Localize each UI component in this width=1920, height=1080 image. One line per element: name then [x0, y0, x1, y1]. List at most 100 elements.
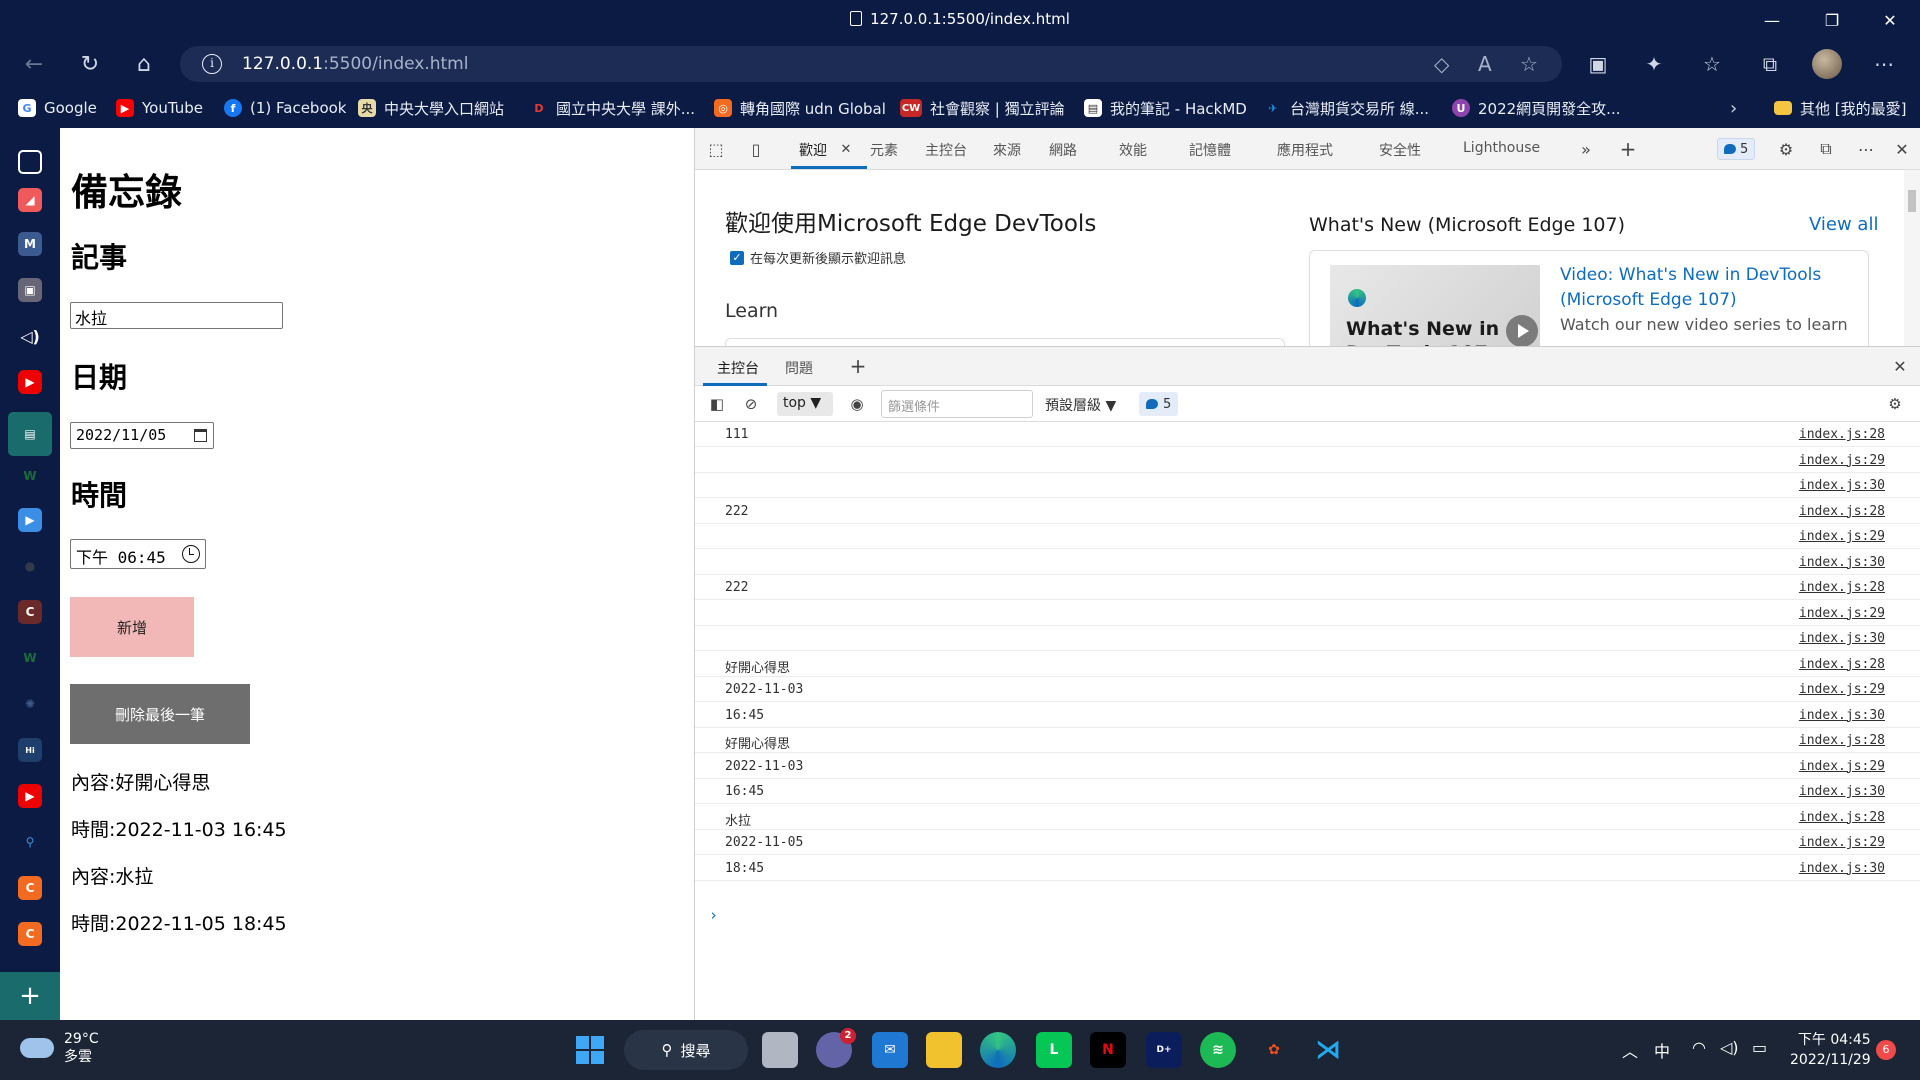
- log-source-link[interactable]: index.js:28: [1799, 733, 1885, 748]
- inspect-element-icon[interactable]: ⬚: [705, 138, 727, 160]
- video-thumbnail[interactable]: What's New in DevTools 107: [1330, 265, 1540, 346]
- checkbox-checked-icon[interactable]: ✓: [730, 250, 744, 265]
- favorite-ncu-portal[interactable]: 央中央大學入口網站: [358, 96, 504, 120]
- add-drawer-tab-icon[interactable]: +: [847, 354, 869, 378]
- console-prompt[interactable]: ›: [709, 906, 718, 924]
- app-icon-hi[interactable]: Hi: [18, 738, 42, 762]
- tab-network[interactable]: 網路: [1049, 140, 1077, 160]
- profile-avatar[interactable]: [1812, 49, 1842, 79]
- show-hidden-icons-chevron-icon[interactable]: ︿: [1622, 1038, 1638, 1062]
- customize-icon[interactable]: ⧉: [1815, 138, 1837, 160]
- tab-lighthouse[interactable]: Lighthouse: [1463, 140, 1540, 156]
- clock-icon[interactable]: [182, 545, 200, 563]
- log-source-link[interactable]: index.js:29: [1799, 529, 1885, 544]
- windows-start-icon[interactable]: [572, 1032, 608, 1068]
- tab-memory[interactable]: 記憶體: [1189, 140, 1231, 160]
- log-source-link[interactable]: index.js:29: [1799, 606, 1885, 621]
- teams-chat-icon[interactable]: 2: [816, 1028, 856, 1068]
- drawer-tab-console[interactable]: 主控台: [717, 358, 759, 378]
- system-clock[interactable]: 下午 04:45 2022/11/29: [1790, 1030, 1871, 1070]
- calendar-icon[interactable]: [194, 429, 207, 442]
- play-icon[interactable]: [1506, 315, 1538, 346]
- app-icon-m[interactable]: M: [18, 232, 42, 256]
- document-sidebar-icon[interactable]: ▤: [8, 412, 52, 456]
- device-emulation-icon[interactable]: ▯: [745, 138, 767, 160]
- drawer-tab-issues[interactable]: 問題: [785, 358, 813, 378]
- site-info-icon[interactable]: i: [202, 54, 222, 74]
- add-tab-icon[interactable]: +: [1617, 137, 1639, 161]
- close-window-button[interactable]: ✕: [1860, 0, 1920, 40]
- github-icon[interactable]: ●: [18, 554, 42, 578]
- tab-welcome[interactable]: 歡迎: [799, 140, 827, 160]
- log-source-link[interactable]: index.js:28: [1799, 504, 1885, 519]
- time-input[interactable]: 下午 06:45: [70, 539, 206, 569]
- favorites-icon[interactable]: ☆: [1696, 48, 1728, 80]
- add-favorite-icon[interactable]: ☆: [1520, 52, 1538, 76]
- welcome-scrollbar[interactable]: [1904, 170, 1920, 346]
- more-options-icon[interactable]: ⋯: [1855, 138, 1877, 160]
- app-icon-badge[interactable]: ▣: [18, 278, 42, 302]
- log-source-link[interactable]: index.js:30: [1799, 478, 1885, 493]
- volume-icon[interactable]: ◁): [1720, 1038, 1739, 1057]
- minimize-button[interactable]: —: [1742, 0, 1802, 40]
- sidebar-toggle-icon[interactable]: ◧: [707, 394, 727, 414]
- youtube-sidebar-icon[interactable]: ▶: [18, 370, 42, 394]
- app-icon-c[interactable]: C: [18, 600, 42, 624]
- favorite-other-folder[interactable]: 其他 [我的最愛]: [1774, 96, 1906, 120]
- battery-icon[interactable]: ▭: [1752, 1038, 1767, 1057]
- log-source-link[interactable]: index.js:28: [1799, 810, 1885, 825]
- favorite-google[interactable]: G Google: [18, 96, 97, 120]
- date-input[interactable]: 2022/11/05: [70, 422, 214, 449]
- favorite-taifex[interactable]: ✈ 台灣期貨交易所 線...: [1264, 96, 1429, 120]
- close-drawer-icon[interactable]: ✕: [1889, 355, 1911, 377]
- settings-gear-icon[interactable]: ⚙: [1775, 138, 1797, 160]
- collections-icon[interactable]: ▣: [1582, 48, 1614, 80]
- app-icon-c2[interactable]: C: [18, 876, 42, 900]
- line-icon[interactable]: L: [1036, 1032, 1072, 1068]
- more-menu-icon[interactable]: ⋯: [1868, 48, 1900, 80]
- log-source-link[interactable]: index.js:30: [1799, 631, 1885, 646]
- netflix-icon[interactable]: N: [1090, 1032, 1126, 1068]
- clear-console-icon[interactable]: ⊘: [741, 394, 761, 414]
- log-source-link[interactable]: index.js:30: [1799, 861, 1885, 876]
- task-view-icon[interactable]: [762, 1032, 798, 1068]
- log-source-link[interactable]: index.js:29: [1799, 453, 1885, 468]
- app-icon-w[interactable]: W: [18, 464, 42, 488]
- log-source-link[interactable]: index.js:28: [1799, 427, 1885, 442]
- video-title-link[interactable]: Video: What's New in DevTools (Microsoft…: [1560, 263, 1850, 313]
- refresh-button[interactable]: ↻: [74, 48, 106, 80]
- log-source-link[interactable]: index.js:29: [1799, 835, 1885, 850]
- favorite-youtube[interactable]: ▶ YouTube: [116, 96, 203, 120]
- scrollbar-thumb[interactable]: [1908, 190, 1916, 212]
- figma-icon[interactable]: ✿: [1256, 1032, 1292, 1068]
- favorite-udn[interactable]: ◎ 轉角國際 udn Global: [714, 96, 886, 120]
- log-source-link[interactable]: index.js:28: [1799, 657, 1885, 672]
- notification-badge[interactable]: 6: [1876, 1040, 1896, 1060]
- context-select[interactable]: top ▼: [777, 392, 833, 416]
- react-icon[interactable]: ✺: [18, 692, 42, 716]
- file-explorer-icon[interactable]: [926, 1032, 962, 1068]
- log-source-link[interactable]: index.js:29: [1799, 759, 1885, 774]
- log-source-link[interactable]: index.js:30: [1799, 784, 1885, 799]
- log-source-link[interactable]: index.js:29: [1799, 682, 1885, 697]
- console-messages-badge[interactable]: 5: [1139, 392, 1179, 416]
- mail-icon[interactable]: ✉: [872, 1032, 908, 1068]
- issues-badge[interactable]: 5: [1717, 138, 1756, 160]
- taskbar-search[interactable]: ⚲ 搜尋: [624, 1030, 748, 1070]
- favorite-course[interactable]: U 2022網頁開發全攻...: [1452, 96, 1620, 120]
- edge-browser-icon[interactable]: [980, 1032, 1016, 1068]
- favorite-cw[interactable]: CW 社會觀察 | 獨立評論: [900, 96, 1065, 120]
- weather-widget[interactable]: 29°C 多雲: [20, 1030, 99, 1066]
- tag-icon[interactable]: ◇: [1434, 52, 1449, 76]
- tab-security[interactable]: 安全性: [1379, 140, 1421, 160]
- log-source-link[interactable]: index.js:30: [1799, 555, 1885, 570]
- live-expression-eye-icon[interactable]: ◉: [847, 394, 867, 414]
- ime-indicator[interactable]: 中: [1654, 1038, 1670, 1062]
- tab-application[interactable]: 應用程式: [1277, 140, 1333, 160]
- show-welcome-checkbox[interactable]: ✓ 在每次更新後顯示歡迎訊息: [730, 248, 906, 267]
- search-sidebar-icon[interactable]: ⚲: [18, 830, 42, 854]
- extensions-icon[interactable]: ✦: [1638, 48, 1670, 80]
- wifi-icon[interactable]: ◠: [1692, 1038, 1706, 1057]
- add-button[interactable]: 新增: [70, 597, 194, 657]
- read-aloud-icon[interactable]: A: [1478, 52, 1492, 76]
